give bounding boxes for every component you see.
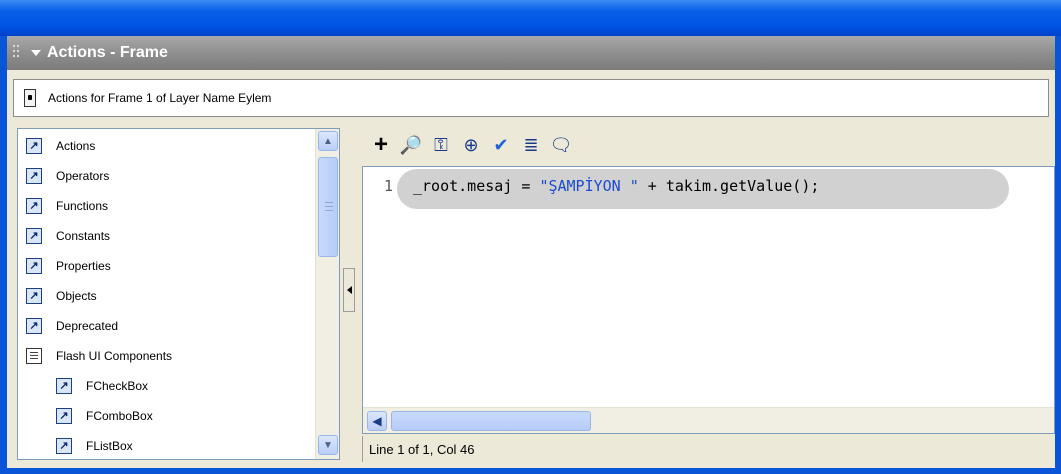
script-toolbar: + 🔎 ⚿ ⊕ ✔ ≣ 🗨 (370, 130, 580, 160)
window-frame-left (0, 36, 7, 474)
tree-item-flash-ui-components[interactable]: Flash UI Components (26, 345, 172, 367)
toolbox-vertical-scrollbar[interactable]: ▲ ▼ (315, 129, 339, 459)
panel-gripper-icon[interactable] (13, 43, 27, 63)
tree-item-actions[interactable]: ↗ Actions (26, 135, 95, 157)
tree-item-fcombobox[interactable]: ↗ FComboBox (56, 405, 153, 427)
open-book-icon (26, 348, 42, 364)
tree-item-label: FListBox (86, 439, 133, 453)
show-code-hint-button[interactable]: 🗨 (550, 134, 573, 156)
script-editor[interactable]: 1 _root.mesaj = "ŞAMPİYON " + takim.getV… (362, 166, 1055, 434)
check-syntax-button[interactable]: ✔ (490, 134, 512, 156)
code-expression: + takim.getValue(); (638, 177, 820, 195)
tree-item-properties[interactable]: ↗ Properties (26, 255, 111, 277)
frame-icon (24, 89, 36, 107)
tree-item-constants[interactable]: ↗ Constants (26, 225, 110, 247)
horizontal-scroll-thumb[interactable] (391, 411, 591, 431)
tree-item-label: Functions (56, 199, 109, 213)
tree-item-label: FComboBox (86, 409, 153, 423)
actions-target-bar[interactable]: Actions for Frame 1 of Layer Name Eylem (13, 79, 1049, 117)
scroll-thumb[interactable] (318, 157, 338, 257)
action-book-icon: ↗ (56, 408, 72, 424)
collapse-left-icon (346, 286, 352, 294)
tree-item-deprecated[interactable]: ↗ Deprecated (26, 315, 118, 337)
action-book-icon: ↗ (26, 198, 42, 214)
find-button[interactable]: 🔎 (400, 134, 422, 156)
action-book-icon: ↗ (26, 138, 42, 154)
tree-item-label: Operators (56, 169, 110, 183)
tree-item-label: Actions (56, 139, 96, 153)
scroll-left-button[interactable]: ◀ (367, 411, 387, 431)
window-frame-right (1055, 36, 1061, 474)
action-book-icon: ↗ (26, 258, 42, 274)
editor-status-bar: Line 1 of 1, Col 46 (362, 436, 1055, 462)
tree-item-operators[interactable]: ↗ Operators (26, 165, 109, 187)
tree-item-label: FCheckBox (86, 379, 149, 393)
tree-item-fcheckbox[interactable]: ↗ FCheckBox (56, 375, 148, 397)
actions-toolbox[interactable]: ↗ Actions ↗ Operators ↗ Functions ↗ Cons… (17, 128, 340, 460)
action-book-icon: ↗ (26, 228, 42, 244)
code-identifier: _root.mesaj = (413, 177, 540, 195)
add-script-button[interactable]: + (370, 131, 392, 158)
tree-item-objects[interactable]: ↗ Objects (26, 285, 97, 307)
panel-header[interactable]: Actions - Frame (7, 36, 1055, 70)
collapse-arrow-icon[interactable] (31, 50, 41, 56)
code-line[interactable]: _root.mesaj = "ŞAMPİYON " + takim.getVal… (413, 177, 819, 195)
auto-format-button[interactable]: ≣ (520, 134, 542, 156)
tree-item-label: Deprecated (56, 319, 119, 333)
replace-button[interactable]: ⚿ (430, 134, 452, 156)
panel-title: Actions - Frame (47, 44, 168, 61)
tree-item-label: Constants (56, 229, 111, 243)
scroll-up-button[interactable]: ▲ (318, 131, 338, 151)
line-number: 1 (383, 177, 393, 195)
window-titlebar[interactable] (0, 0, 1061, 36)
tree-item-flistbox[interactable]: ↗ FListBox (56, 435, 133, 457)
window-frame-bottom (0, 468, 1061, 474)
actions-target-label: Actions for Frame 1 of Layer Name Eylem (48, 91, 272, 105)
editor-horizontal-scrollbar[interactable]: ◀ (363, 407, 1054, 433)
action-book-icon: ↗ (26, 288, 42, 304)
insert-target-path-button[interactable]: ⊕ (460, 134, 482, 156)
tree-item-functions[interactable]: ↗ Functions (26, 195, 108, 217)
action-book-icon: ↗ (26, 168, 42, 184)
cursor-position-status: Line 1 of 1, Col 46 (369, 441, 475, 457)
tree-item-label: Objects (56, 289, 97, 303)
line-number-gutter: 1 (363, 167, 397, 407)
action-book-icon: ↗ (26, 318, 42, 334)
tree-item-label: Properties (56, 259, 111, 273)
action-book-icon: ↗ (56, 378, 72, 394)
actions-tree: ↗ Actions ↗ Operators ↗ Functions ↗ Cons… (18, 129, 316, 459)
scroll-down-button[interactable]: ▼ (318, 435, 338, 455)
pane-splitter-handle[interactable] (343, 268, 355, 312)
code-string-literal: "ŞAMPİYON " (539, 177, 639, 195)
tree-item-label: Flash UI Components (56, 349, 173, 363)
action-book-icon: ↗ (56, 438, 72, 454)
